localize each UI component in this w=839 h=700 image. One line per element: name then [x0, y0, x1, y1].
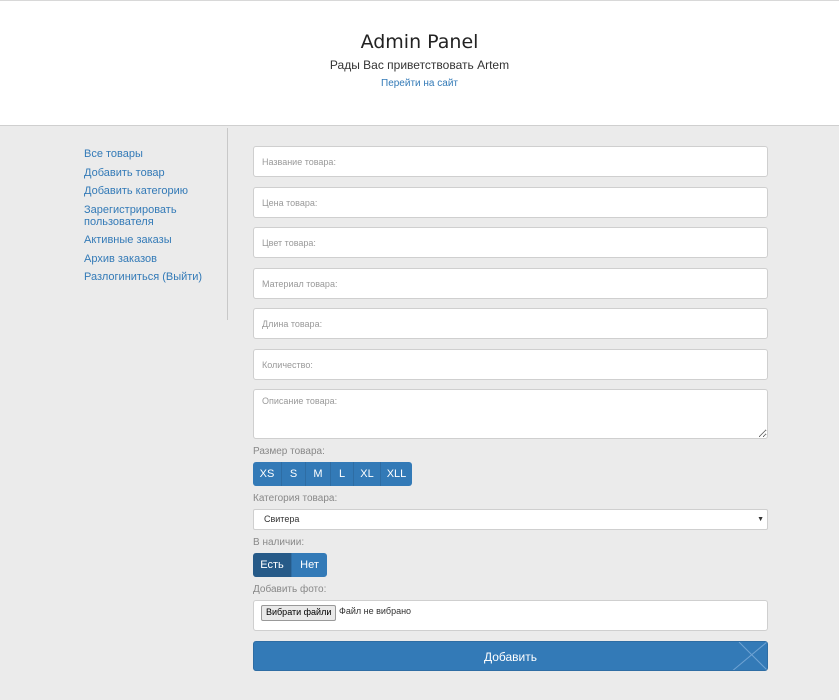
page-title: Admin Panel	[360, 31, 479, 53]
category-selected-value: Свитера	[264, 514, 300, 524]
sidebar-item-add-product[interactable]: Добавить товар	[84, 167, 224, 179]
size-label: Размер товара:	[253, 446, 325, 457]
size-button-group: XS S M L XL XLL	[253, 462, 412, 486]
stock-yes-button[interactable]: Есть	[253, 553, 292, 577]
choose-files-button[interactable]: Вибрати файли	[261, 605, 337, 621]
product-quantity-input[interactable]	[253, 349, 768, 380]
size-button-xll[interactable]: XLL	[381, 462, 412, 486]
stock-label: В наличии:	[253, 537, 305, 548]
product-description-input[interactable]	[253, 389, 768, 439]
sidebar-item-add-category[interactable]: Добавить категорию	[84, 185, 224, 197]
category-label: Категория товара:	[253, 493, 338, 504]
sidebar-item-active-orders[interactable]: Активные заказы	[84, 234, 224, 246]
product-color-input[interactable]	[253, 227, 768, 258]
size-button-xs[interactable]: XS	[253, 462, 282, 486]
size-button-m[interactable]: M	[306, 462, 331, 486]
product-material-input[interactable]	[253, 268, 768, 299]
stock-button-group: Есть Нет	[253, 553, 327, 577]
photo-label: Добавить фото:	[253, 584, 327, 595]
sidebar-item-register-user[interactable]: Зарегистрировать пользователя	[84, 204, 224, 228]
sidebar-item-orders-archive[interactable]: Архив заказов	[84, 253, 224, 265]
sidebar-item-all-products[interactable]: Все товары	[84, 148, 224, 160]
stock-no-button[interactable]: Нет	[292, 553, 327, 577]
dropdown-caret-icon: ▼	[757, 516, 764, 523]
corner-decoration-icon	[732, 642, 767, 670]
add-button-label: Добавить	[483, 650, 538, 664]
page-header: Admin Panel Рады Вас приветствовать Arte…	[0, 0, 839, 126]
product-name-input[interactable]	[253, 146, 768, 177]
category-select[interactable]: Свитера ▼	[253, 509, 768, 530]
product-price-input[interactable]	[253, 187, 768, 218]
sidebar-nav: Все товары Добавить товар Добавить катег…	[84, 148, 224, 290]
add-button[interactable]: Добавить	[253, 641, 768, 671]
file-status-text: Файл не вибрано	[339, 606, 412, 616]
welcome-text: Рады Вас приветствовать Artem	[329, 58, 510, 72]
product-length-input[interactable]	[253, 308, 768, 339]
photo-file-input: Вибрати файли Файл не вибрано	[253, 600, 768, 631]
size-button-xl[interactable]: XL	[354, 462, 381, 486]
sidebar-item-logout[interactable]: Разлогиниться (Выйти)	[84, 271, 224, 283]
size-button-s[interactable]: S	[282, 462, 306, 486]
size-button-l[interactable]: L	[331, 462, 354, 486]
sidebar-divider	[227, 128, 228, 320]
go-to-site-link[interactable]: Перейти на сайт	[0, 78, 839, 89]
